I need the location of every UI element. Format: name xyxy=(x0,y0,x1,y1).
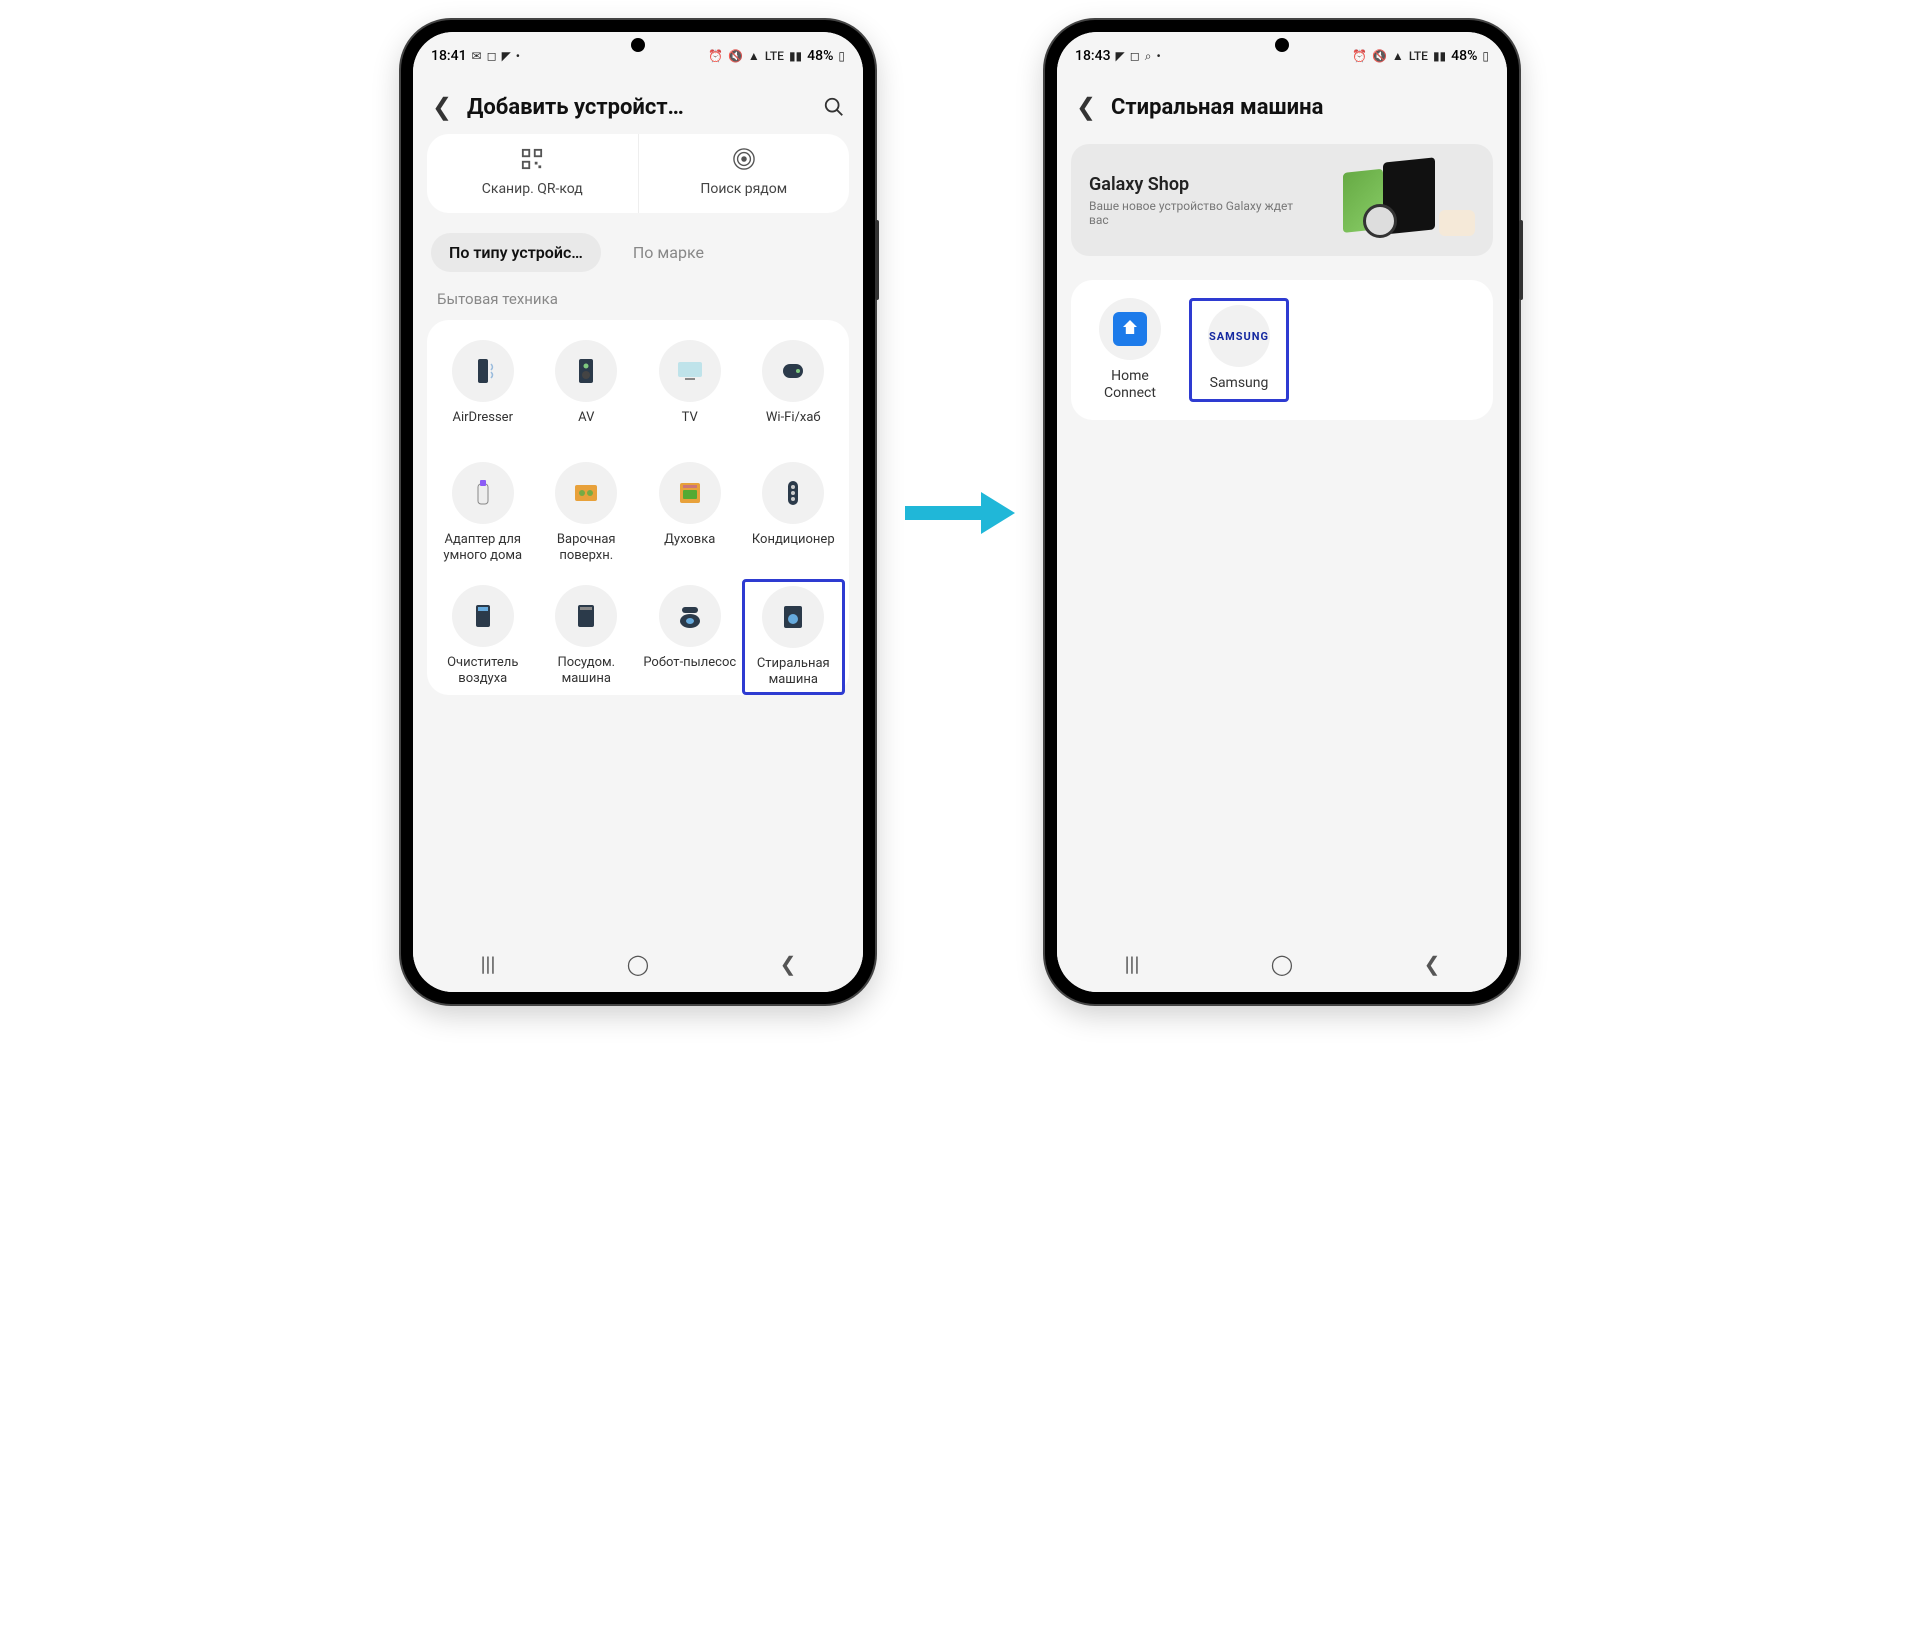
lte-icon: LTE xyxy=(765,49,784,63)
search-button[interactable] xyxy=(819,92,849,122)
status-icon-dot: • xyxy=(1156,49,1160,63)
device-smart-adapter[interactable]: Адаптер для умного дома xyxy=(431,456,535,569)
device-grid: AirDresser AV TV Wi-Fi/хаб Адаптер для у… xyxy=(431,334,845,695)
status-battery: 48% xyxy=(1451,48,1477,64)
camera-hole xyxy=(631,38,645,52)
status-icon-send: ◤ xyxy=(1116,49,1125,63)
header: ❮ Добавить устройст… xyxy=(413,74,863,134)
nav-back[interactable]: ❮ xyxy=(1402,952,1462,976)
search-icon xyxy=(823,96,845,118)
status-icon-img: ◻ xyxy=(1130,49,1140,63)
purifier-icon xyxy=(466,599,500,633)
adapter-icon xyxy=(466,476,500,510)
screen-washer-brands: 18:43 ◤ ◻ ⌕ • ⏰ 🔇 ▲ LTE ▮▮ 48% ▯ ❮ Стира… xyxy=(1057,32,1507,992)
status-icon-chat: ◻ xyxy=(487,49,497,63)
search-nearby-label: Поиск рядом xyxy=(700,181,787,197)
ac-icon xyxy=(776,476,810,510)
nearby-icon xyxy=(733,148,755,175)
speaker-icon xyxy=(569,354,603,388)
device-air-purifier[interactable]: Очиститель воздуха xyxy=(431,579,535,696)
phone-left: 18:41 ✉ ◻ ◤ • ⏰ 🔇 ▲ LTE ▮▮ 48% ▯ ❮ Добав… xyxy=(401,20,875,1004)
dishwasher-icon xyxy=(569,599,603,633)
phone-right: 18:43 ◤ ◻ ⌕ • ⏰ 🔇 ▲ LTE ▮▮ 48% ▯ ❮ Стира… xyxy=(1045,20,1519,1004)
device-wifi-hub[interactable]: Wi-Fi/хаб xyxy=(742,334,846,446)
nav-bar: ||| ◯ ❮ xyxy=(1057,940,1507,992)
banner-title: Galaxy Shop xyxy=(1089,174,1315,195)
tab-by-device-type[interactable]: По типу устройс… xyxy=(431,233,601,272)
home-connect-icon xyxy=(1113,312,1147,346)
airdresser-icon xyxy=(466,354,500,388)
signal-icon: ▮▮ xyxy=(1433,49,1446,63)
back-button[interactable]: ❮ xyxy=(427,92,457,122)
banner-devices-image xyxy=(1325,160,1475,240)
device-airdresser[interactable]: AirDresser xyxy=(431,334,535,446)
mute-icon: 🔇 xyxy=(728,49,743,63)
device-robot-vacuum[interactable]: Робот-пылесос xyxy=(638,579,742,696)
alarm-icon: ⏰ xyxy=(708,49,723,63)
nav-home[interactable]: ◯ xyxy=(608,952,668,976)
page-title: Добавить устройст… xyxy=(467,95,809,120)
lte-icon: LTE xyxy=(1409,49,1428,63)
battery-icon: ▯ xyxy=(1482,49,1489,63)
device-cooktop[interactable]: Варочная поверхн. xyxy=(535,456,639,569)
hub-icon xyxy=(776,354,810,388)
battery-icon: ▯ xyxy=(838,49,845,63)
brand-card: Home Connect SAMSUNG Samsung xyxy=(1071,280,1493,420)
tab-by-brand[interactable]: По марке xyxy=(615,233,722,272)
status-icon-dot: • xyxy=(516,49,520,63)
nav-recents[interactable]: ||| xyxy=(1102,952,1162,976)
device-tv[interactable]: TV xyxy=(638,334,742,446)
wifi-icon: ▲ xyxy=(748,49,760,63)
cooktop-icon xyxy=(569,476,603,510)
brand-home-connect[interactable]: Home Connect xyxy=(1085,298,1175,402)
alarm-icon: ⏰ xyxy=(1352,49,1367,63)
device-dishwasher[interactable]: Посудом. машина xyxy=(535,579,639,696)
banner-subtitle: Ваше новое устройство Galaxy ждет вас xyxy=(1089,199,1315,227)
screen-add-device: 18:41 ✉ ◻ ◤ • ⏰ 🔇 ▲ LTE ▮▮ 48% ▯ ❮ Добав… xyxy=(413,32,863,992)
washer-icon xyxy=(776,600,810,634)
status-time: 18:43 xyxy=(1075,48,1111,64)
tv-icon xyxy=(673,354,707,388)
device-oven[interactable]: Духовка xyxy=(638,456,742,569)
device-washing-machine[interactable]: Стиральная машина xyxy=(742,579,846,696)
camera-hole xyxy=(1275,38,1289,52)
tabs: По типу устройс… По марке xyxy=(413,213,863,282)
nav-recents[interactable]: ||| xyxy=(458,952,518,976)
back-button[interactable]: ❮ xyxy=(1071,92,1101,122)
scan-qr-button[interactable]: Сканир. QR-код xyxy=(427,134,638,213)
action-row: Сканир. QR-код Поиск рядом xyxy=(427,134,849,213)
nav-home[interactable]: ◯ xyxy=(1252,952,1312,976)
status-icon-send: ◤ xyxy=(502,49,511,63)
nav-bar: ||| ◯ ❮ xyxy=(413,940,863,992)
mute-icon: 🔇 xyxy=(1372,49,1387,63)
galaxy-shop-banner[interactable]: Galaxy Shop Ваше новое устройство Galaxy… xyxy=(1071,144,1493,256)
status-battery: 48% xyxy=(807,48,833,64)
header: ❮ Стиральная машина xyxy=(1057,74,1507,134)
search-nearby-button[interactable]: Поиск рядом xyxy=(638,134,850,213)
status-time: 18:41 xyxy=(431,48,467,64)
scan-qr-label: Сканир. QR-код xyxy=(482,181,583,197)
nav-back[interactable]: ❮ xyxy=(758,952,818,976)
transition-arrow-icon xyxy=(905,492,1015,532)
brand-samsung[interactable]: SAMSUNG Samsung xyxy=(1189,298,1289,402)
device-av[interactable]: AV xyxy=(535,334,639,446)
device-grid-card: AirDresser AV TV Wi-Fi/хаб Адаптер для у… xyxy=(427,320,849,695)
oven-icon xyxy=(673,476,707,510)
wifi-icon: ▲ xyxy=(1392,49,1404,63)
page-title: Стиральная машина xyxy=(1111,95,1493,120)
status-icon-search: ⌕ xyxy=(1145,49,1152,64)
samsung-logo-icon: SAMSUNG xyxy=(1209,330,1269,343)
robot-vacuum-icon xyxy=(673,599,707,633)
status-icon-msg: ✉ xyxy=(472,49,482,63)
section-household: Бытовая техника xyxy=(413,282,863,314)
qr-icon xyxy=(521,148,543,175)
signal-icon: ▮▮ xyxy=(789,49,802,63)
device-air-conditioner[interactable]: Кондиционер xyxy=(742,456,846,569)
